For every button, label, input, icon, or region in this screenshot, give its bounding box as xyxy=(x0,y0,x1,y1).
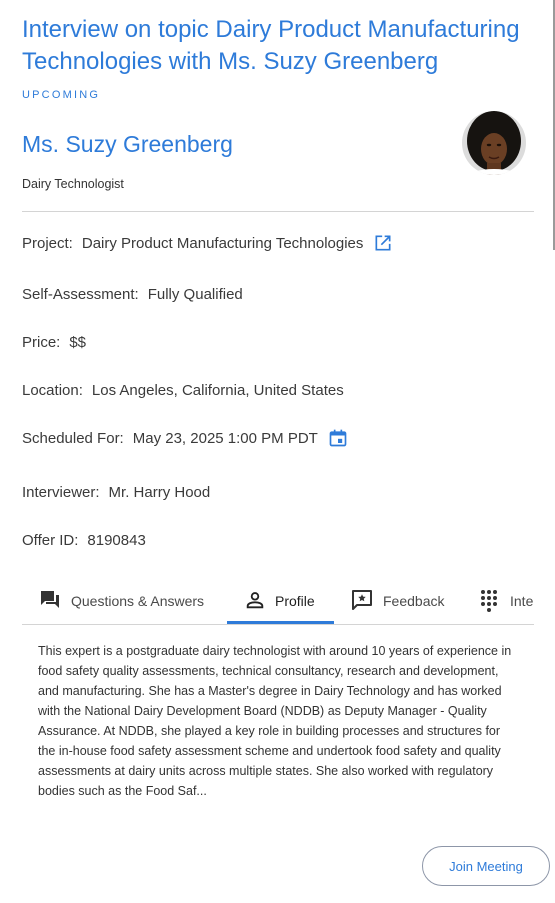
calendar-icon[interactable] xyxy=(328,428,348,448)
interviewer-label: Interviewer: xyxy=(22,483,100,501)
self-assessment-field: Self-Assessment: Fully Qualified xyxy=(22,282,243,306)
project-value: Dairy Product Manufacturing Technologies xyxy=(81,234,364,252)
dialpad-icon xyxy=(477,588,501,615)
expert-name[interactable]: Ms. Suzy Greenberg xyxy=(22,131,233,158)
location-field: Location: Los Angeles, California, Unite… xyxy=(22,378,344,402)
profile-bio: This expert is a postgraduate dairy tech… xyxy=(38,644,512,798)
tab-bar: Questions & Answers Profile Feedback Int… xyxy=(22,580,534,625)
offer-id-value: 8190843 xyxy=(87,531,146,549)
tab-profile[interactable]: Profile xyxy=(244,580,315,622)
tab-questions-answers[interactable]: Questions & Answers xyxy=(38,580,204,622)
feedback-icon xyxy=(350,588,374,615)
project-label: Project: xyxy=(22,234,73,252)
price-value: $$ xyxy=(69,333,87,351)
interview-detail-page: Interview on topic Dairy Product Manufac… xyxy=(0,0,555,903)
project-field: Project: Dairy Product Manufacturing Tec… xyxy=(22,231,393,255)
tab-feedback[interactable]: Feedback xyxy=(350,580,444,622)
divider xyxy=(22,211,534,212)
join-meeting-button[interactable]: Join Meeting xyxy=(422,846,550,886)
scheduled-field: Scheduled For: May 23, 2025 1:00 PM PDT xyxy=(22,426,348,450)
tab-inte[interactable]: Inte xyxy=(477,580,533,622)
tab-feedback-label: Feedback xyxy=(383,593,445,609)
forum-icon xyxy=(38,588,62,615)
price-label: Price: xyxy=(22,333,61,351)
location-value: Los Angeles, California, United States xyxy=(91,381,344,399)
active-tab-indicator xyxy=(227,621,334,624)
tab-profile-label: Profile xyxy=(275,593,315,609)
interviewer-value: Mr. Harry Hood xyxy=(108,483,211,501)
scheduled-label: Scheduled For: xyxy=(22,429,124,447)
self-assessment-label: Self-Assessment: xyxy=(22,285,139,303)
status-badge: UPCOMING xyxy=(22,89,101,101)
interview-title: Interview on topic Dairy Product Manufac… xyxy=(22,16,520,75)
price-field: Price: $$ xyxy=(22,330,86,354)
person-icon xyxy=(244,589,266,614)
interviewer-field: Interviewer: Mr. Harry Hood xyxy=(22,480,210,504)
avatar xyxy=(462,111,526,175)
scheduled-value: May 23, 2025 1:00 PM PDT xyxy=(132,429,318,447)
offer-id-label: Offer ID: xyxy=(22,531,79,549)
tab-inte-label: Inte xyxy=(510,593,534,609)
offer-id-field: Offer ID: 8190843 xyxy=(22,528,146,552)
open-in-new-icon[interactable] xyxy=(373,233,393,253)
location-label: Location: xyxy=(22,381,83,399)
tab-questions-answers-label: Questions & Answers xyxy=(71,593,205,609)
self-assessment-value: Fully Qualified xyxy=(147,285,243,303)
expert-role: Dairy Technologist xyxy=(22,177,124,191)
